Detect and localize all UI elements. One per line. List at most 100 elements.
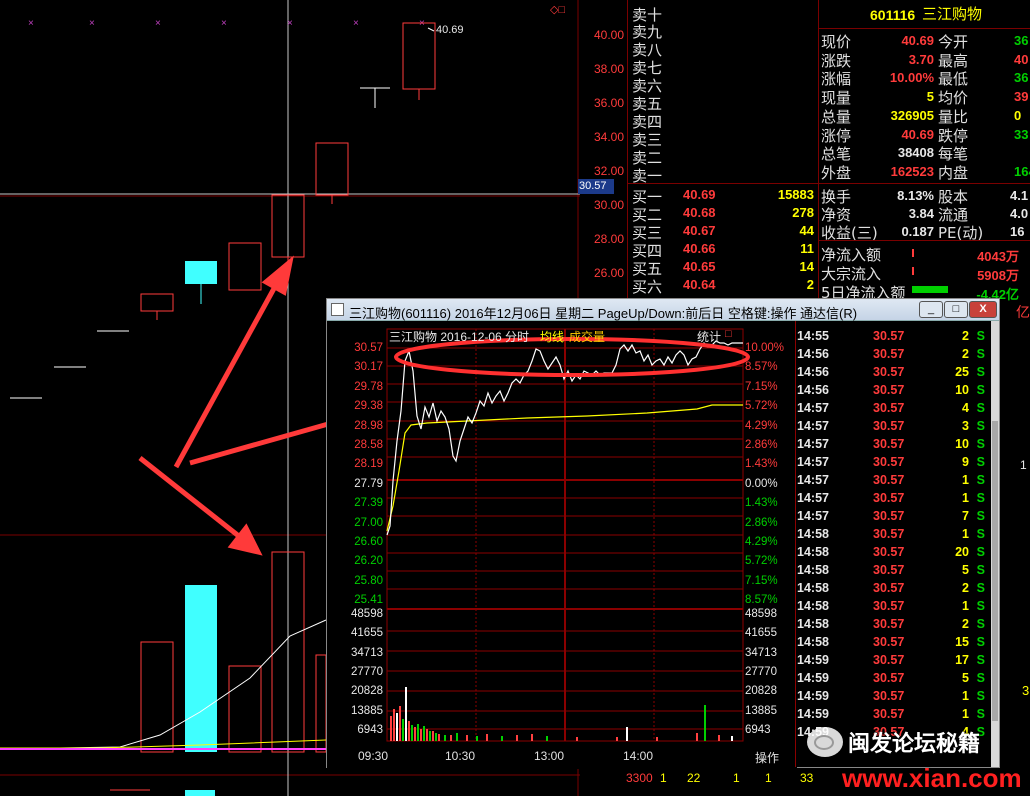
pct-tick: 2.86% (745, 439, 778, 451)
chart-mode-icon[interactable]: □ (725, 329, 732, 340)
tick-time: 14:55 (797, 329, 829, 343)
tick-volume: 2 (962, 347, 969, 361)
price-tick: 25.41 (354, 594, 383, 607)
tick-price: 30.57 (873, 545, 905, 559)
tick-price: 30.57 (873, 581, 905, 595)
volume-tick: 34713 (351, 646, 383, 659)
quote-value: 8.13% (897, 188, 934, 203)
bid-volume: 278 (792, 205, 814, 220)
quote-value: 36 (1014, 70, 1029, 86)
tick-row: 14:58 30.57 5 S (797, 563, 993, 581)
tick-volume: 10 (955, 437, 969, 451)
tick-price: 30.57 (873, 383, 905, 397)
tick-side: S (976, 383, 985, 397)
quote-value: 4.0 (1010, 206, 1029, 221)
operate-button[interactable]: 操作 (755, 749, 779, 766)
scrollbar[interactable] (991, 321, 999, 767)
price-tick: 26.20 (354, 555, 383, 568)
quote-value: 4.1 (1010, 188, 1029, 203)
tick-side: S (976, 671, 985, 685)
tick-volume: 3 (962, 419, 969, 433)
tick-side: S (976, 599, 985, 613)
tick-volume: 1 (962, 599, 969, 613)
tick-price: 30.57 (873, 401, 905, 415)
tick-side: S (976, 545, 985, 559)
pct-tick: 8.57% (745, 361, 778, 374)
scrollbar-thumb[interactable] (992, 421, 998, 721)
tick-row: 14:56 30.57 10 S (797, 383, 993, 401)
popup-titlebar[interactable]: 三江购物(601116) 2016年12月06日 星期二 PageUp/Down… (327, 299, 999, 321)
bid-price: 40.69 (683, 187, 716, 202)
stats-link[interactable]: 统计 (697, 331, 721, 343)
tick-volume: 10 (955, 383, 969, 397)
tick-side: S (976, 527, 985, 541)
tick-side: S (976, 563, 985, 577)
tick-time: 14:58 (797, 617, 829, 631)
tick-time: 14:58 (797, 527, 829, 541)
bid-price: 40.68 (683, 205, 716, 220)
tick-volume: 7 (962, 509, 969, 523)
tick-time: 14:57 (797, 401, 829, 415)
minimize-button[interactable]: _ (919, 301, 943, 318)
tick-side: S (976, 653, 985, 667)
chart-window-icons[interactable]: ◇□ (550, 5, 565, 16)
net-flow-bar (912, 286, 948, 293)
tick-volume: 5 (962, 671, 969, 685)
tick-row: 14:58 30.57 2 S (797, 617, 993, 635)
volume-tick: 13885 (745, 704, 777, 717)
time-tick: 14:00 (623, 749, 654, 763)
volume-tick: 27770 (745, 665, 777, 678)
tick-volume: 2 (962, 617, 969, 631)
tick-time: 14:58 (797, 581, 829, 595)
tick-row: 14:57 30.57 1 S (797, 473, 993, 491)
close-button[interactable]: X (969, 301, 997, 318)
tick-time: 14:58 (797, 599, 829, 613)
quote-value: 0 (1014, 107, 1022, 123)
tick-side: S (976, 455, 985, 469)
quote-value: 40 (1014, 51, 1029, 67)
quote-value: 38408 (897, 145, 934, 161)
legend-volume: 成交量 (569, 330, 606, 344)
intraday-chart (327, 321, 797, 769)
intraday-popup-window[interactable]: 三江购物(601116) 2016年12月06日 星期二 PageUp/Down… (326, 298, 1000, 769)
tick-side: S (976, 617, 985, 631)
tick-volume: 1 (962, 689, 969, 703)
bid-price: 40.67 (683, 223, 716, 238)
tick-price: 30.57 (873, 617, 905, 631)
price-tick: 28.19 (354, 458, 383, 471)
stock-code: 601116 (870, 7, 916, 23)
price-tick: 29.38 (354, 400, 383, 413)
volume-tick: 48598 (745, 608, 777, 620)
quote-value: 33 (1014, 126, 1029, 142)
quote-value: 3.70 (908, 51, 934, 67)
pct-tick: 7.15% (745, 574, 778, 587)
quote-value: 162523 (890, 163, 934, 179)
stock-name: 三江购物 (922, 6, 983, 23)
tick-price: 30.57 (873, 491, 905, 505)
tick-volume: 2 (962, 329, 969, 343)
pct-tick: 2.86% (745, 516, 778, 529)
svg-text:×: × (155, 18, 161, 29)
price-tick: 28.58 (354, 439, 383, 451)
pct-tick: 0.00% (745, 477, 778, 490)
tick-row: 14:57 30.57 7 S (797, 509, 993, 527)
tick-row: 14:59 30.57 17 S (797, 653, 993, 671)
tick-time: 14:59 (797, 671, 829, 685)
pct-tick: 1.43% (745, 497, 778, 510)
flow-label: 净流入额 (821, 246, 882, 264)
bid-label: 买六 (632, 278, 663, 296)
pct-tick: 10.00% (745, 342, 785, 354)
quote-value: 16 (1010, 224, 1025, 239)
svg-text:×: × (287, 18, 293, 29)
tick-volume: 15 (955, 635, 969, 649)
quote-label: 内盘 (938, 163, 969, 182)
maximize-button[interactable]: □ (944, 301, 968, 318)
tick-time: 14:57 (797, 419, 829, 433)
tick-row: 14:59 30.57 1 S (797, 707, 993, 725)
volume-tick: 6943 (357, 723, 383, 736)
tick-side: S (976, 347, 985, 361)
volume-tick: 41655 (351, 627, 383, 640)
bid-price: 40.64 (683, 277, 716, 292)
tick-volume: 1 (962, 707, 969, 721)
price-tick: 27.00 (354, 516, 383, 529)
